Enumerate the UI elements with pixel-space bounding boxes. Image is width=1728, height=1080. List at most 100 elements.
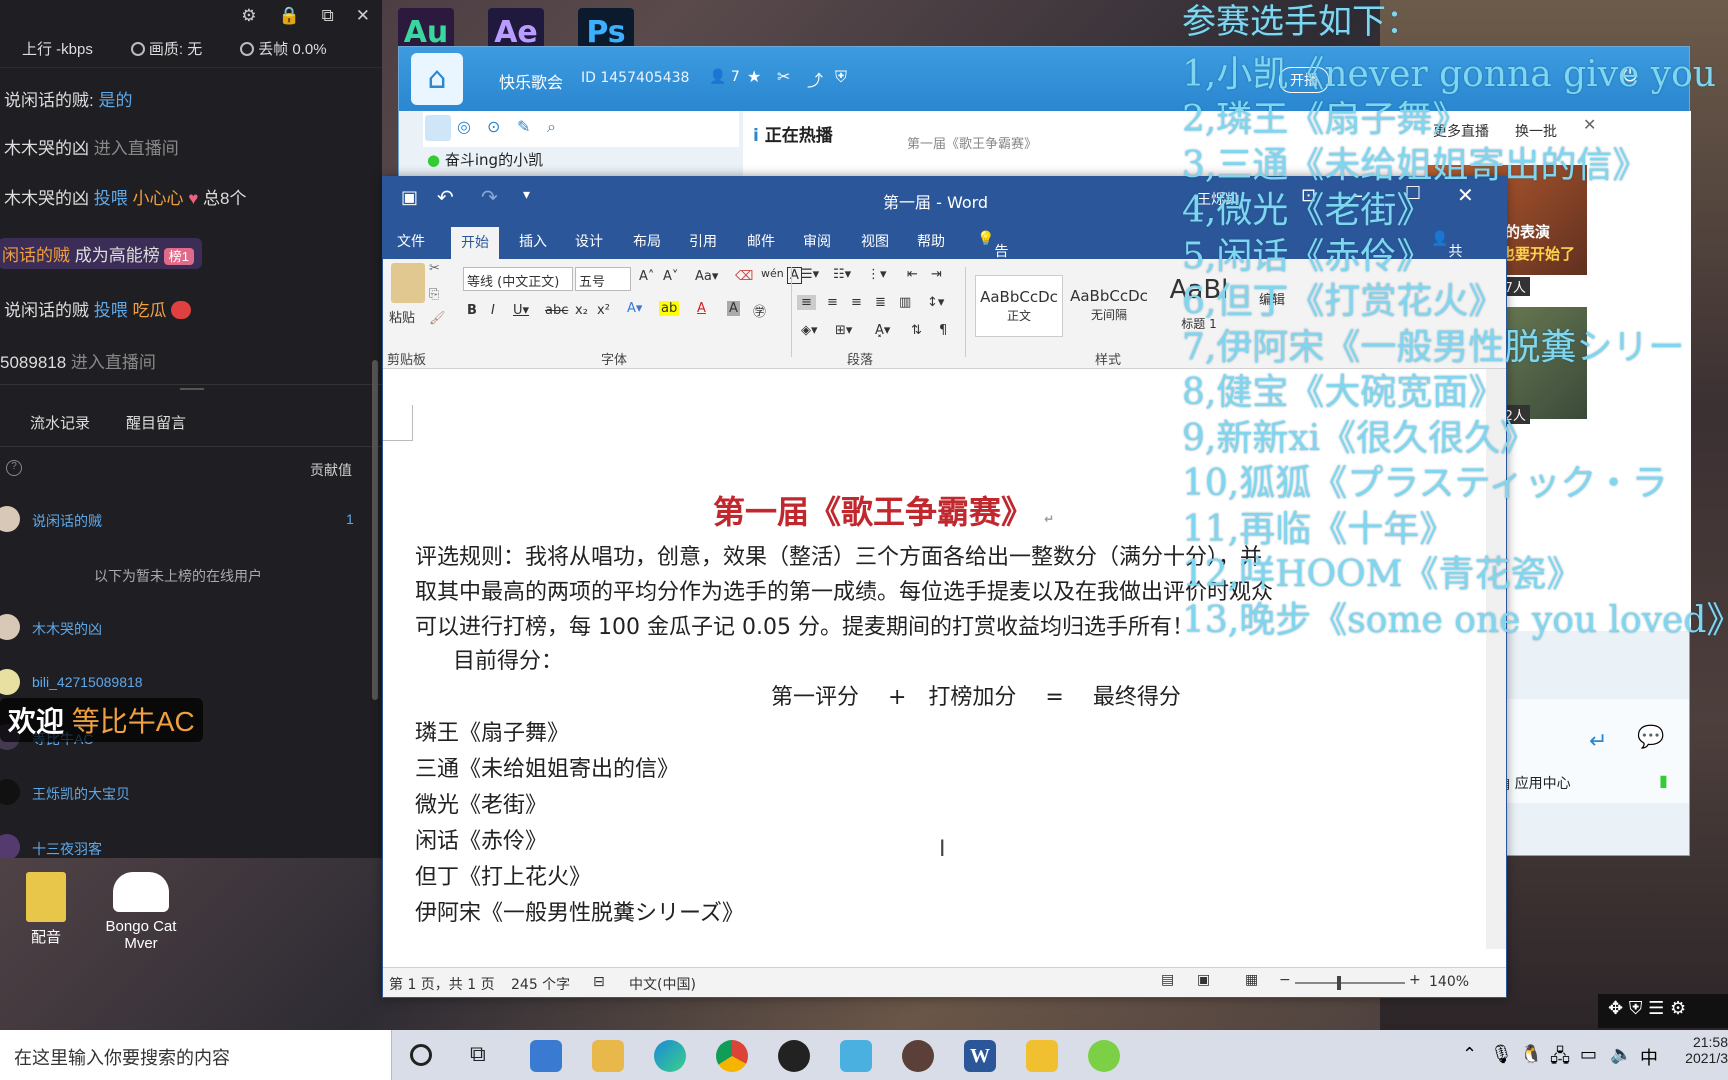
microphone-icon[interactable]: 🎙 — [1490, 1044, 1513, 1065]
chrome-icon[interactable] — [716, 1040, 748, 1072]
live-helper-icon[interactable] — [840, 1040, 872, 1072]
page-count[interactable]: 第 1 页，共 1 页 — [389, 974, 495, 994]
text-effects-icon[interactable]: A▾ — [627, 301, 642, 316]
char-border-icon[interactable]: A — [787, 267, 802, 284]
web-layout-icon[interactable]: ▦ — [1245, 972, 1258, 988]
cut-icon[interactable]: ✂ — [429, 261, 440, 276]
grow-font-icon[interactable]: A˄ — [639, 269, 654, 284]
zoom-slider[interactable] — [1295, 982, 1405, 984]
tray-overflow-icon[interactable]: ⌃ — [1462, 1044, 1477, 1065]
zoom-out-icon[interactable]: − — [1279, 972, 1291, 988]
tab-design[interactable]: 设计 — [575, 231, 603, 251]
ime-indicator[interactable]: 中 — [1640, 1044, 1658, 1070]
format-painter-icon[interactable]: 🖌 — [429, 311, 446, 326]
superscript-icon[interactable]: x² — [597, 303, 610, 318]
chinese-layout-icon[interactable]: A͓▾ — [875, 323, 890, 338]
chat-icon[interactable]: ◎ — [457, 117, 471, 136]
online-user-row[interactable]: 十三夜羽客 — [0, 834, 360, 858]
battery-icon[interactable]: ▭ — [1580, 1044, 1597, 1065]
proofing-icon[interactable]: ⊟ — [593, 974, 605, 990]
show-marks-icon[interactable]: ¶ — [939, 323, 947, 338]
volume-icon[interactable]: 🔈 — [1610, 1044, 1632, 1065]
network-icon[interactable]: 🖧 — [1550, 1044, 1570, 1074]
line-spacing-icon[interactable]: ↕▾ — [927, 295, 944, 310]
shield-icon[interactable]: ⛨ — [1629, 998, 1643, 1019]
mail-icon[interactable] — [530, 1040, 562, 1072]
gear-icon[interactable]: ⚙ — [1670, 998, 1686, 1019]
chat-bubble-icon[interactable]: 💬 — [1637, 725, 1664, 750]
pin-icon[interactable]: ✥ — [1608, 998, 1623, 1019]
multilevel-list-icon[interactable]: ⋮▾ — [867, 267, 887, 282]
list-icon[interactable]: ☰ — [1648, 998, 1664, 1019]
obs-icon[interactable] — [778, 1040, 810, 1072]
qq-tray-icon[interactable]: 🐧 — [1520, 1044, 1542, 1065]
tab-file[interactable]: 文件 — [397, 231, 425, 251]
zoom-level[interactable]: 140% — [1429, 974, 1469, 990]
task-view-icon[interactable]: ⧉ — [470, 1042, 486, 1067]
style-no-spacing[interactable]: AaBbCcDc 无间隔 — [1065, 275, 1153, 337]
shading-icon[interactable]: ◈▾ — [801, 323, 818, 338]
taskbar-search[interactable]: 在这里输入你要搜索的内容 — [0, 1030, 392, 1080]
cortana-icon[interactable] — [410, 1044, 432, 1066]
change-case-icon[interactable]: Aa▾ — [695, 269, 718, 284]
read-mode-icon[interactable]: ▤ — [1161, 972, 1174, 988]
strikethrough-icon[interactable]: abc — [545, 303, 568, 318]
borders-icon[interactable]: ⊞▾ — [835, 323, 852, 338]
resize-handle[interactable] — [180, 388, 204, 390]
enclose-char-icon[interactable]: ㊫ — [753, 301, 766, 320]
redo-icon[interactable]: ↷ — [481, 185, 498, 209]
tab-mailings[interactable]: 邮件 — [747, 231, 775, 251]
edge-icon[interactable] — [654, 1040, 686, 1072]
share-icon[interactable]: ⤴ — [807, 67, 823, 91]
clear-format-icon[interactable]: ⌫ — [735, 269, 753, 284]
tab-review[interactable]: 审阅 — [803, 231, 831, 251]
popout-icon[interactable]: ⧉ — [322, 6, 334, 26]
desktop-icon-bongo-cat[interactable]: Bongo Cat Mver — [98, 872, 184, 952]
paste-button[interactable]: 粘贴 — [389, 307, 415, 326]
distributed-icon[interactable]: ▥ — [899, 295, 911, 310]
share-button[interactable]: 👤 共享 — [1431, 231, 1462, 280]
scrollbar[interactable] — [372, 360, 378, 700]
online-user-row[interactable]: 木木哭的凶 — [0, 614, 360, 648]
shield-icon[interactable]: ⛨ — [835, 67, 847, 87]
tab-view[interactable]: 视图 — [861, 231, 889, 251]
font-name-select[interactable]: 等线 (中文正文) — [463, 267, 573, 291]
bullets-icon[interactable]: ☰▾ — [801, 267, 819, 282]
zoom-in-icon[interactable]: + — [1409, 972, 1421, 988]
tab-layout[interactable]: 布局 — [633, 231, 661, 251]
close-icon[interactable]: ✕ — [356, 6, 370, 26]
style-normal[interactable]: AaBbCcDc 正文 — [975, 275, 1063, 337]
tools-icon[interactable]: ✂ — [777, 67, 790, 86]
sort-icon[interactable]: ⇅ — [911, 323, 922, 338]
search-icon[interactable]: ⌕ — [547, 117, 556, 137]
italic-icon[interactable]: I — [491, 303, 495, 318]
phonetic-guide-icon[interactable]: wén — [761, 267, 784, 280]
language-indicator[interactable]: 中文(中国) — [629, 974, 696, 994]
music-app-icon[interactable] — [1088, 1040, 1120, 1072]
online-user-row[interactable]: 王烁凯的大宝贝 — [0, 779, 360, 813]
increase-indent-icon[interactable]: ⇥ — [931, 267, 942, 282]
word-taskbar-icon[interactable]: W — [964, 1040, 996, 1072]
tab-help[interactable]: 帮助 — [917, 231, 945, 251]
tab-flow-records[interactable]: 流水记录 — [30, 412, 90, 433]
tab-references[interactable]: 引用 — [689, 231, 717, 251]
help-icon[interactable]: ? — [6, 460, 22, 476]
rank-row[interactable]: 说闲话的贼 1 — [0, 506, 360, 540]
save-icon[interactable]: ▣ — [401, 187, 418, 208]
qq-taskbar-icon[interactable] — [1026, 1040, 1058, 1072]
avatar-app-icon[interactable] — [902, 1040, 934, 1072]
word-count[interactable]: 245 个字 — [511, 974, 570, 994]
print-layout-icon[interactable]: ▣ — [1197, 972, 1210, 988]
align-center-icon[interactable]: ≡ — [827, 295, 838, 310]
underline-icon[interactable]: U▾ — [513, 303, 529, 318]
app-center[interactable]: ▦ 应用中心 — [1497, 773, 1571, 793]
customize-qat-icon[interactable]: ▾ — [523, 187, 530, 203]
file-explorer-icon[interactable] — [592, 1040, 624, 1072]
subscript-icon[interactable]: x₂ — [575, 303, 588, 318]
tab-insert[interactable]: 插入 — [519, 231, 547, 251]
numbering-icon[interactable]: ☷▾ — [833, 267, 851, 282]
desktop-icon-dubbing[interactable]: 配音 — [14, 872, 78, 947]
paste-icon[interactable] — [391, 263, 425, 303]
font-color-icon[interactable]: A — [697, 301, 706, 316]
close-icon[interactable]: ✕ — [1583, 115, 1596, 134]
